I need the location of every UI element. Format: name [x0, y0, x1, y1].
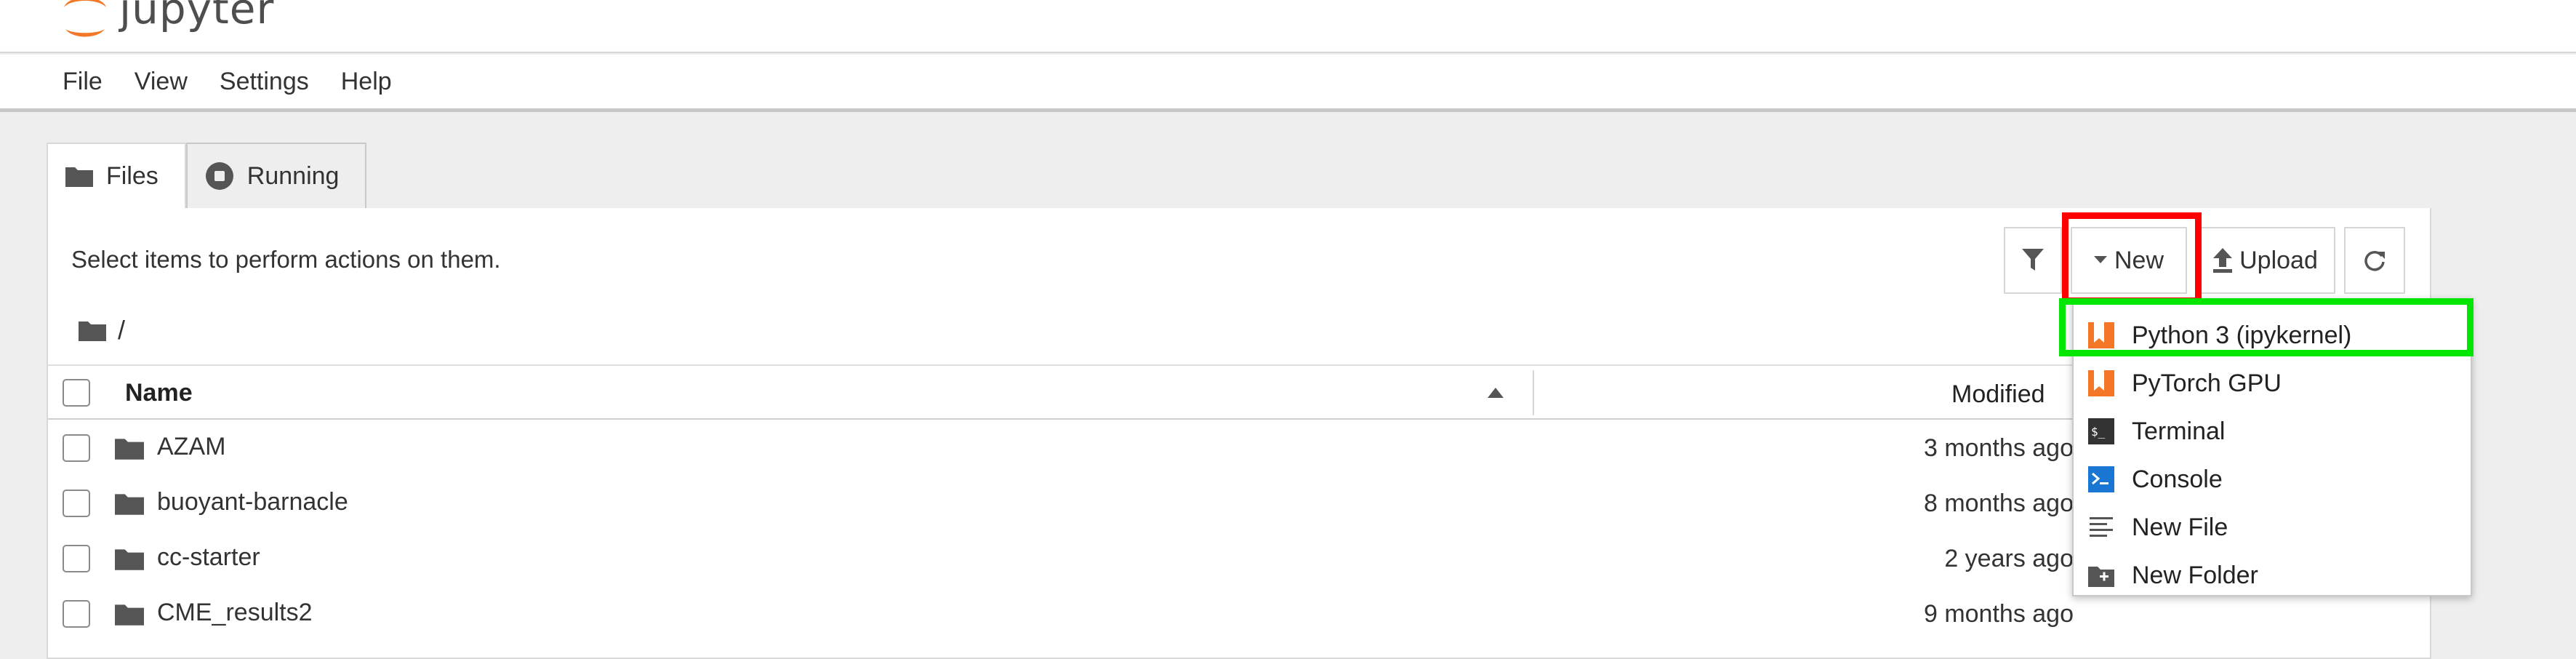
breadcrumb-root[interactable]: / — [118, 315, 125, 346]
menu-help[interactable]: Help — [325, 53, 408, 111]
menu-item-new-folder[interactable]: New Folder — [2074, 551, 2471, 599]
logo-text: jupyter — [119, 0, 275, 33]
row-checkbox[interactable] — [63, 490, 90, 517]
new-folder-icon — [2088, 567, 2114, 587]
file-name[interactable]: buoyant-barnacle — [157, 488, 348, 516]
row-checkbox[interactable] — [63, 600, 90, 628]
upload-icon — [2213, 248, 2233, 273]
tab-bar: Files Running — [47, 143, 367, 208]
menu-item-label: Console — [2132, 465, 2223, 493]
refresh-icon — [2364, 250, 2385, 271]
menu-item-terminal[interactable]: $_ Terminal — [2074, 407, 2471, 455]
tab-running-label: Running — [246, 161, 340, 190]
file-modified: 2 years ago — [1944, 545, 2074, 572]
filter-icon — [2022, 249, 2044, 271]
top-header: jupyter — [0, 0, 2576, 53]
menu-bar: File View Settings Help — [0, 55, 2576, 112]
menu-item-label: New Folder — [2132, 561, 2258, 589]
menu-settings[interactable]: Settings — [204, 53, 325, 111]
column-modified[interactable]: Modified — [1951, 380, 2045, 409]
highlight-new-button — [2062, 212, 2202, 304]
filter-button[interactable] — [2004, 227, 2062, 294]
notebook-icon — [2088, 370, 2114, 396]
column-name[interactable]: Name — [125, 379, 193, 407]
folder-icon — [115, 494, 144, 515]
menu-file[interactable]: File — [47, 53, 119, 111]
terminal-icon: $_ — [2088, 418, 2114, 444]
stop-circle-icon — [205, 162, 233, 190]
refresh-button[interactable] — [2344, 227, 2405, 294]
upload-button-label: Upload — [2239, 246, 2318, 274]
folder-icon — [65, 167, 93, 187]
folder-icon[interactable] — [79, 319, 106, 341]
jupyter-logo-icon — [64, 0, 106, 37]
menu-item-label: PyTorch GPU — [2132, 369, 2282, 397]
menu-view[interactable]: View — [119, 53, 204, 111]
selection-hint: Select items to perform actions on them. — [71, 246, 501, 273]
console-icon — [2088, 466, 2114, 492]
folder-icon — [115, 604, 144, 626]
menu-item-label: New File — [2132, 513, 2228, 541]
jupyter-logo[interactable]: jupyter — [61, 0, 273, 41]
folder-icon — [115, 549, 144, 570]
upload-button[interactable]: Upload — [2196, 227, 2335, 294]
breadcrumb: / — [79, 308, 125, 352]
menu-item-label: Terminal — [2132, 417, 2226, 445]
column-divider[interactable] — [1533, 370, 1534, 415]
highlight-python3-item — [2059, 298, 2473, 356]
select-all-checkbox[interactable] — [63, 379, 90, 407]
folder-icon — [115, 439, 144, 460]
menu-item-new-file[interactable]: New File — [2074, 503, 2471, 551]
tab-files-label: Files — [106, 161, 159, 190]
row-checkbox[interactable] — [63, 434, 90, 462]
text-file-icon — [2090, 517, 2113, 537]
file-name[interactable]: cc-starter — [157, 543, 260, 572]
menu-item-pytorch-gpu[interactable]: PyTorch GPU — [2074, 359, 2471, 407]
menu-item-console[interactable]: Console — [2074, 455, 2471, 503]
row-checkbox[interactable] — [63, 545, 90, 572]
file-modified: 8 months ago — [1923, 490, 2074, 517]
tab-files[interactable]: Files — [47, 143, 186, 208]
file-modified: 9 months ago — [1923, 600, 2074, 628]
svg-text:$_: $_ — [2091, 425, 2106, 439]
file-name[interactable]: CME_results2 — [157, 599, 313, 627]
tab-running[interactable]: Running — [185, 143, 367, 208]
file-name[interactable]: AZAM — [157, 433, 225, 461]
sort-ascending-icon — [1488, 388, 1504, 398]
file-modified: 3 months ago — [1923, 434, 2074, 462]
